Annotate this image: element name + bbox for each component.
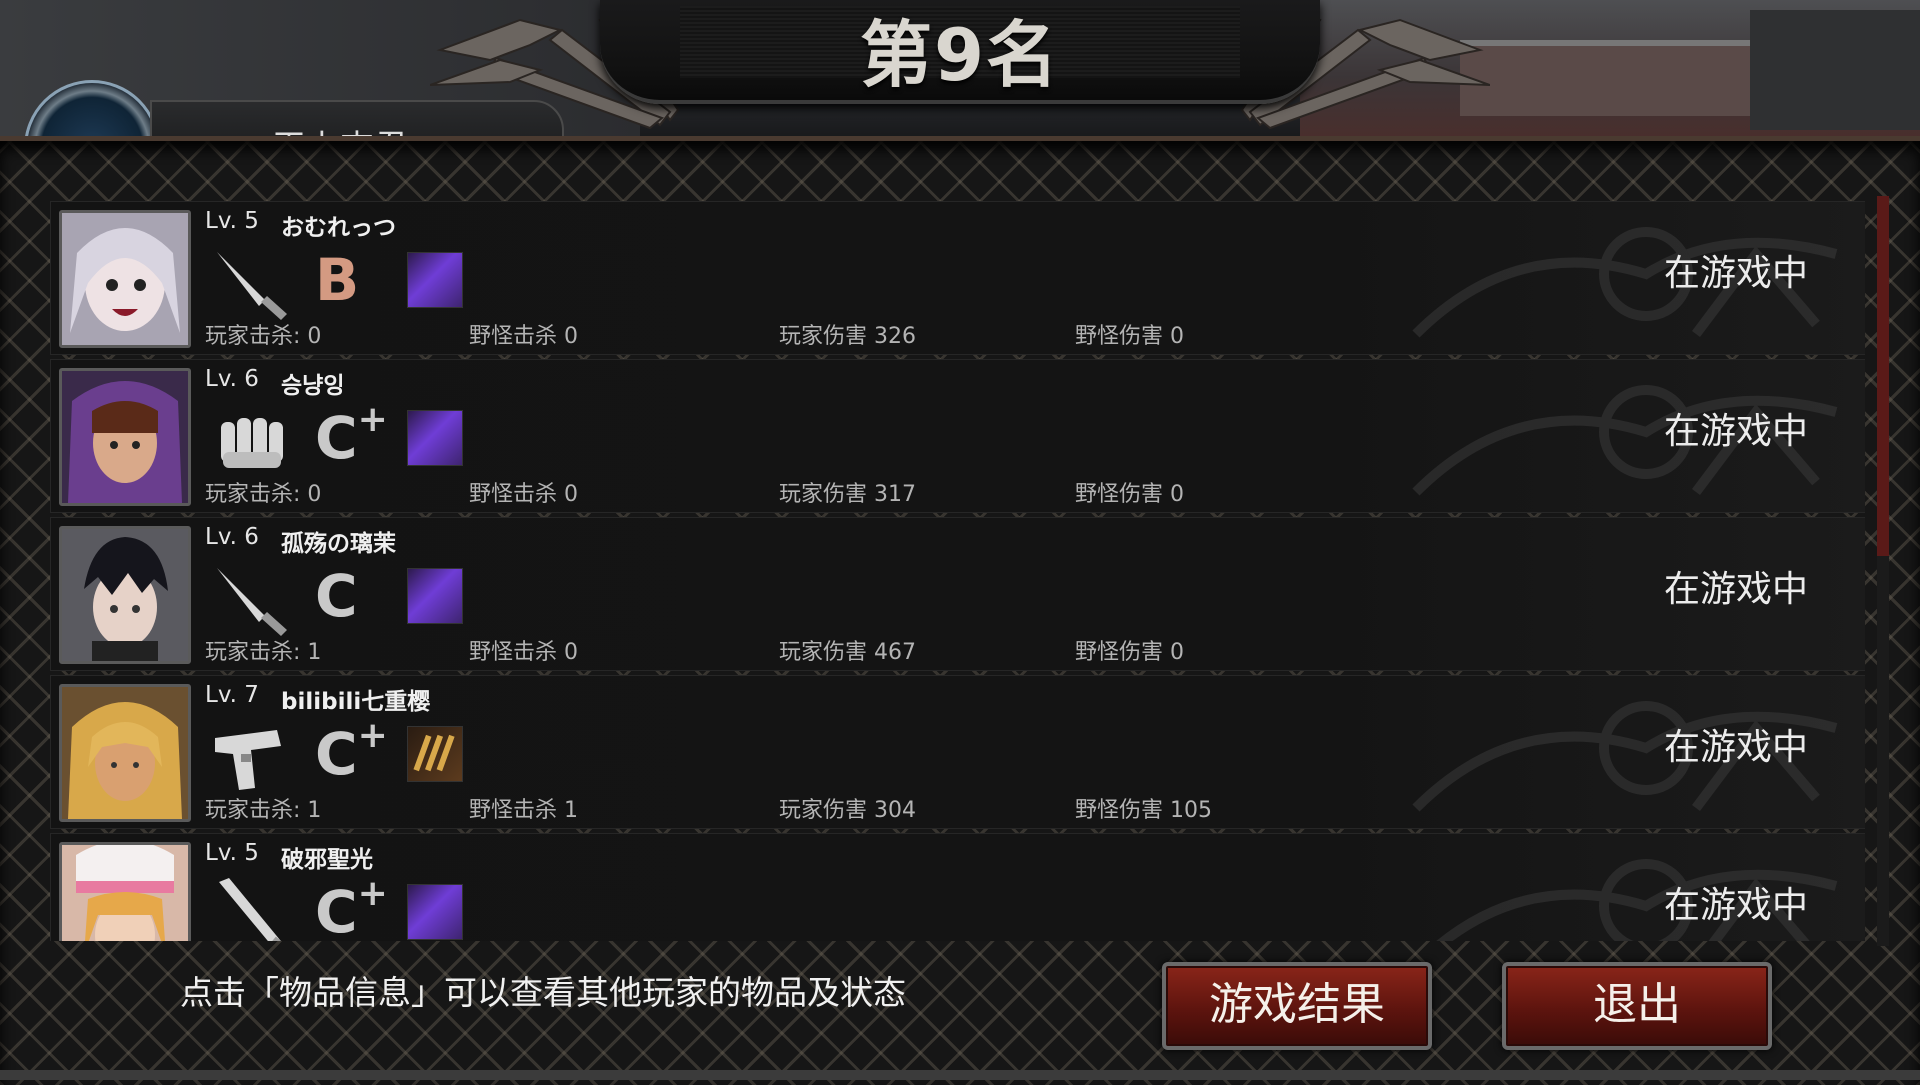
player-kills: 玩家击杀: 1 [205,798,322,823]
monster-kills: 野怪击杀 0 [469,324,578,349]
player-status: 在游戏中 [1663,727,1808,768]
knife-icon [217,568,287,636]
player-damage: 玩家伤害 317 [779,482,916,507]
player-avatar [59,210,191,348]
player-avatar [59,842,191,941]
purple-gem-icon[interactable] [407,252,463,308]
hint-text: 点击「物品信息」可以查看其他玩家的物品及状态 [180,973,906,1012]
player-avatar [59,684,191,822]
pistol-icon [215,730,281,790]
glove-fist-icon [221,418,283,468]
player-row[interactable]: Lv. 5 破邪聖光 C+ 在游戏中 [50,833,1865,941]
player-status: 在游戏中 [1663,411,1808,452]
player-row[interactable]: Lv. 6 승냥잉 C+ 玩家击杀: 0 野怪击杀 0 玩家伤害 317 野怪伤… [50,359,1865,513]
monster-kills: 野怪击杀 0 [469,482,578,507]
game-result-button[interactable]: 游戏结果 [1162,962,1432,1050]
player-status: 在游戏中 [1663,253,1808,294]
player-name: おむれっつ [281,215,396,241]
player-status: 在游戏中 [1663,569,1808,610]
background-roof-far [1750,10,1920,130]
player-level: Lv. 6 [205,524,259,550]
player-kills: 玩家击杀: 0 [205,482,322,507]
player-level: Lv. 5 [205,208,259,234]
purple-gem-icon[interactable] [407,568,463,624]
bat-icon [219,878,287,941]
weapon-grade: C+ [315,873,388,942]
monster-kills: 野怪击杀 0 [469,640,578,665]
player-damage: 玩家伤害 326 [779,324,916,349]
purple-gem-icon[interactable] [407,410,463,466]
results-panel: Lv. 5 おむれっつ B 玩家击杀: 0 野怪击杀 0 玩家伤害 326 野怪… [0,136,1920,1085]
weapon-grade: C+ [315,715,388,788]
weapon-grade: C [315,562,358,630]
player-name: 승냥잉 [281,373,345,399]
scrollbar-thumb[interactable] [1877,196,1889,556]
player-kills: 玩家击杀: 0 [205,324,322,349]
player-list[interactable]: Lv. 5 おむれっつ B 玩家击杀: 0 野怪击杀 0 玩家伤害 326 野怪… [50,201,1865,941]
player-status: 在游戏中 [1663,885,1808,926]
exit-button[interactable]: 退出 [1502,962,1772,1050]
monster-damage: 野怪伤害 0 [1075,640,1184,665]
player-level: Lv. 7 [205,682,259,708]
weapon-grade: B [315,246,360,314]
list-scrollbar[interactable] [1877,196,1889,946]
bullets-icon[interactable] [407,726,463,782]
rank-title: 第9名 [859,13,1061,97]
monster-damage: 野怪伤害 0 [1075,324,1184,349]
weapon-grade: C+ [315,399,388,472]
monster-damage: 野怪伤害 0 [1075,482,1184,507]
player-name: 孤殇の璃茉 [281,531,396,557]
purple-gem-icon[interactable] [407,884,463,940]
player-avatar [59,368,191,506]
player-name: 破邪聖光 [281,847,373,873]
player-level: Lv. 6 [205,366,259,392]
monster-kills: 野怪击杀 1 [469,798,578,823]
monster-damage: 野怪伤害 105 [1075,798,1212,823]
player-avatar [59,526,191,664]
background-roof [1460,40,1760,116]
player-row[interactable]: Lv. 6 孤殇の璃茉 C 玩家击杀: 1 野怪击杀 0 玩家伤害 467 野怪… [50,517,1865,671]
player-kills: 玩家击杀: 1 [205,640,322,665]
player-row[interactable]: Lv. 5 おむれっつ B 玩家击杀: 0 野怪击杀 0 玩家伤害 326 野怪… [50,201,1865,355]
player-damage: 玩家伤害 467 [779,640,916,665]
bottom-border [0,1070,1920,1080]
knife-icon [217,252,287,320]
player-level: Lv. 5 [205,840,259,866]
player-damage: 玩家伤害 304 [779,798,916,823]
player-row[interactable]: Lv. 7 bilibili七重樱 C+ 玩家击杀: 1 野怪击杀 1 玩家伤害… [50,675,1865,829]
player-name: bilibili七重樱 [281,689,431,715]
